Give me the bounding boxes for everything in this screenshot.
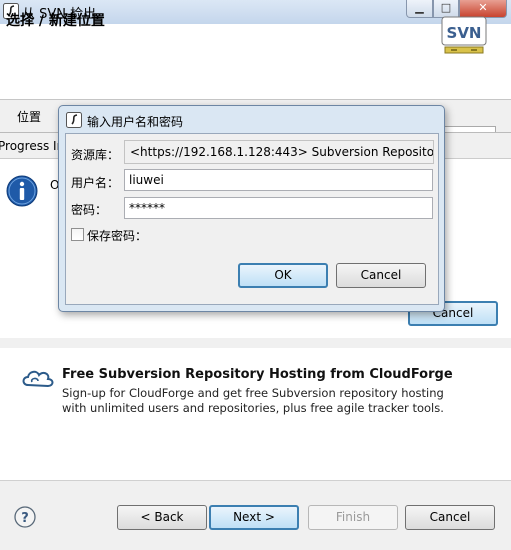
credentials-dialog-title: 输入用户名和密码 bbox=[87, 115, 184, 129]
ok-button[interactable]: OK bbox=[238, 263, 328, 288]
username-input[interactable] bbox=[124, 169, 433, 191]
progress-dialog-title: Progress In bbox=[0, 139, 65, 153]
password-input[interactable] bbox=[124, 197, 433, 219]
username-label: 用户名： bbox=[71, 176, 120, 190]
password-label: 密码： bbox=[71, 203, 108, 217]
repository-label: 资源库： bbox=[71, 148, 120, 162]
page-title: 选择 / 新建位置 bbox=[6, 13, 105, 29]
promo-text-line-1: Sign-up for CloudForge and get free Subv… bbox=[62, 386, 444, 400]
credentials-cancel-button[interactable]: Cancel bbox=[336, 263, 426, 288]
finish-button[interactable]: Finish bbox=[308, 505, 398, 530]
back-button[interactable]: < Back bbox=[117, 505, 207, 530]
svn-logo-text: SVN bbox=[447, 24, 482, 42]
cancel-button[interactable]: Cancel bbox=[405, 505, 495, 530]
repository-value: <https://192.168.1.128:443> Subversion R… bbox=[124, 140, 434, 164]
info-icon bbox=[6, 175, 38, 207]
save-password-label[interactable]: 保存密码： bbox=[87, 227, 147, 244]
svn-logo-icon: SVN bbox=[441, 16, 487, 54]
promo-text-line-2: with unlimited users and repositories, p… bbox=[62, 401, 444, 415]
svn-dialog-icon bbox=[66, 112, 82, 128]
cloud-icon bbox=[22, 370, 54, 388]
svg-text:?: ? bbox=[21, 511, 29, 526]
location-label: 位置 bbox=[17, 110, 42, 124]
next-button[interactable]: Next > bbox=[209, 505, 299, 530]
wizard-header bbox=[0, 24, 511, 100]
save-password-checkbox[interactable] bbox=[71, 228, 84, 241]
minimize-button[interactable]: ▁ bbox=[406, 0, 433, 18]
promo-title[interactable]: Free Subversion Repository Hosting from … bbox=[62, 367, 453, 382]
help-icon[interactable]: ? bbox=[14, 506, 36, 528]
